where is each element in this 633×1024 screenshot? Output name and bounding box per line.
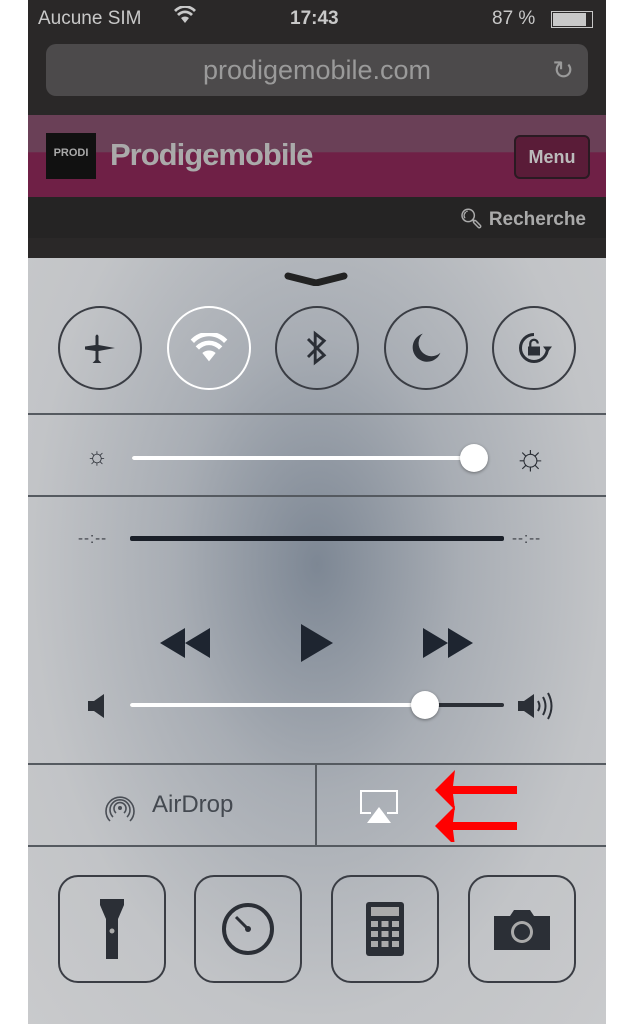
- volume-knob[interactable]: [411, 691, 440, 719]
- phone-screen: Aucune SIM 17:43 87 % prodigemobile.com …: [28, 0, 606, 1024]
- site-name[interactable]: Prodigemobile: [110, 137, 313, 173]
- airplay-button[interactable]: [317, 765, 606, 845]
- battery-icon: [551, 11, 593, 28]
- red-arrows-annotation: [435, 770, 517, 842]
- remaining-time: --:--: [512, 530, 542, 547]
- search-icon: 🔍︎: [459, 209, 489, 230]
- site-logo[interactable]: PRODI: [46, 133, 96, 179]
- camera-icon: [494, 910, 550, 950]
- volume-low-icon: [88, 694, 104, 718]
- airdrop-icon: [105, 796, 135, 822]
- search-bar[interactable]: 🔍︎ Recherche: [28, 197, 606, 238]
- timer-button[interactable]: [194, 875, 302, 983]
- brightness-slider[interactable]: [132, 444, 488, 472]
- volume-slider[interactable]: [130, 691, 504, 719]
- do-not-disturb-toggle[interactable]: [384, 306, 468, 390]
- control-center: ☼ ☼ --:-- --:-- AirDrop: [28, 258, 606, 1024]
- flashlight-icon: [100, 899, 124, 959]
- status-bar: Aucune SIM 17:43 87 %: [28, 0, 606, 38]
- search-label: Recherche: [488, 209, 586, 230]
- brightness-high-icon: ☼: [514, 436, 547, 477]
- brightness-knob[interactable]: [459, 444, 488, 472]
- play-button[interactable]: [301, 624, 333, 662]
- menu-button[interactable]: Menu: [514, 135, 590, 179]
- airplane-mode-toggle[interactable]: [58, 306, 142, 390]
- bluetooth-icon: [306, 330, 327, 366]
- logo-text: PRODI: [53, 147, 89, 159]
- fast-forward-button[interactable]: [423, 628, 473, 658]
- scrubber-bar[interactable]: [130, 536, 504, 541]
- camera-button[interactable]: [468, 875, 576, 983]
- rewind-button[interactable]: [160, 628, 210, 658]
- calculator-icon: [366, 902, 404, 956]
- wifi-toggle[interactable]: [167, 306, 251, 390]
- battery-percent: 87 %: [492, 8, 536, 29]
- timer-icon: [222, 903, 274, 955]
- volume-high-icon: [518, 692, 553, 720]
- address-bar[interactable]: prodigemobile.com ↻: [46, 44, 588, 96]
- reload-icon[interactable]: ↻: [552, 44, 574, 96]
- airdrop-label: AirDrop: [152, 791, 234, 818]
- airdrop-button[interactable]: AirDrop: [28, 765, 315, 845]
- moon-icon: [412, 333, 441, 362]
- grabber-chevron-icon[interactable]: [284, 272, 348, 286]
- airplane-icon: [85, 334, 115, 363]
- airplay-icon: [360, 790, 398, 823]
- bluetooth-toggle[interactable]: [275, 306, 359, 390]
- rotation-lock-icon: [519, 333, 552, 363]
- wifi-signal-icon: [174, 5, 196, 30]
- calculator-button[interactable]: [331, 875, 439, 983]
- url-text: prodigemobile.com: [202, 55, 432, 85]
- clock: 17:43: [290, 8, 339, 29]
- site-header: PRODI Prodigemobile Menu: [28, 115, 606, 197]
- wifi-icon: [190, 333, 228, 362]
- brightness-low-icon: ☼: [86, 443, 108, 470]
- carrier: Aucune SIM: [38, 8, 142, 29]
- flashlight-button[interactable]: [58, 875, 166, 983]
- rotation-lock-toggle[interactable]: [492, 306, 576, 390]
- elapsed-time: --:--: [78, 530, 108, 547]
